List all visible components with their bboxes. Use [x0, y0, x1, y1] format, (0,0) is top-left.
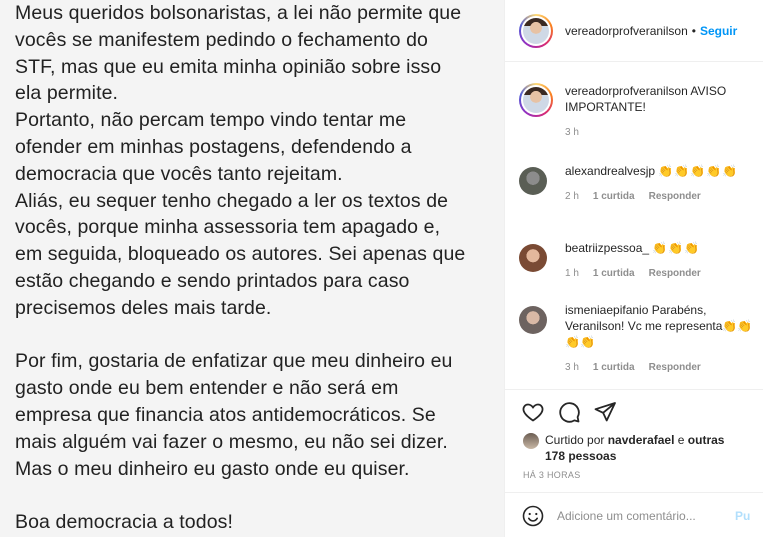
likes-prefix: Curtido por — [545, 433, 605, 447]
list-item: ismeniaepifanio Parabéns, Veranilson! Vc… — [519, 302, 759, 376]
smiley-icon[interactable] — [521, 504, 545, 528]
post-text-line: em seguida, bloqueado os autores. Sei ap… — [15, 243, 466, 266]
add-comment-bar: Pu — [505, 494, 763, 537]
comment-time[interactable]: 2 h — [565, 189, 579, 205]
post-text-line: STF, mas que eu emita minha opinião sobr… — [15, 55, 442, 78]
post-text-line: empresa que financia atos antidemocrátic… — [15, 403, 436, 426]
post-text-line: Por fim, gostaria de enfatizar que meu d… — [15, 350, 453, 373]
comment-input[interactable] — [557, 508, 729, 523]
comment-meta: 1 h 1 curtida Responder — [565, 266, 759, 282]
separator-dot: • — [691, 23, 696, 38]
caption: vereadorprofveranilson AVISO IMPORTANTE!… — [519, 83, 759, 141]
comment-username[interactable]: alexandrealvesjp — [565, 164, 655, 178]
comment-meta: 3 h 1 curtida Responder — [565, 360, 759, 376]
publish-button[interactable]: Pu — [735, 509, 750, 523]
caption-avatar[interactable] — [519, 83, 553, 117]
caption-meta: 3 h — [565, 125, 759, 141]
post-image: Meus queridos bolsonaristas, a lei não p… — [0, 0, 504, 537]
post-text-line: Mas o meu dinheiro eu gasto onde eu quis… — [15, 457, 410, 480]
author-avatar[interactable] — [519, 13, 553, 48]
comment-time[interactable]: 3 h — [565, 360, 579, 376]
reply-button[interactable]: Responder — [649, 266, 701, 282]
post-timestamp[interactable]: HÁ 3 HORAS — [523, 470, 581, 480]
post-text-line: democracia que vocês tanto rejeitam. — [15, 162, 343, 185]
heart-icon[interactable] — [521, 400, 545, 424]
comment-icon[interactable] — [557, 400, 581, 424]
comment-text: 👏👏👏 — [652, 241, 701, 255]
author-username[interactable]: vereadorprofveranilson — [565, 24, 688, 38]
reply-button[interactable]: Responder — [649, 360, 701, 376]
post-text-line: vocês, porque minha assessoria tem apaga… — [15, 216, 441, 239]
commenter-avatar[interactable] — [519, 306, 547, 334]
paper-plane-icon[interactable] — [593, 400, 617, 424]
post-text-line: estão chegando e sendo printados para ca… — [15, 269, 410, 292]
action-icons — [521, 400, 617, 424]
post-text-gap — [15, 482, 500, 509]
commenter-avatar[interactable] — [519, 244, 547, 272]
comment-meta: 2 h 1 curtida Responder — [565, 189, 759, 205]
post-text-line: precisemos deles mais tarde. — [15, 296, 272, 319]
post-side-panel: vereadorprofveranilson • Seguir vereador… — [504, 0, 763, 537]
list-item: beatriizpessoa_ 👏👏👏 1 h 1 curtida Respon… — [519, 240, 759, 282]
post-text-line: ela permite. — [15, 82, 119, 105]
comment-username[interactable]: ismeniaepifanio — [565, 303, 648, 317]
caption-time[interactable]: 3 h — [565, 125, 579, 141]
likes-summary: Curtido por navderafael e outras 178 pes… — [523, 432, 745, 464]
caption-username[interactable]: vereadorprofveranilson — [565, 84, 688, 98]
comment-likes[interactable]: 1 curtida — [593, 189, 635, 205]
post-text-line: Portanto, não percam tempo vindo tentar … — [15, 109, 407, 132]
comments-list[interactable]: vereadorprofveranilson AVISO IMPORTANTE!… — [505, 63, 763, 388]
list-item: alexandrealvesjp 👏👏👏👏👏 2 h 1 curtida Res… — [519, 163, 759, 205]
post-actions: Curtido por navderafael e outras 178 pes… — [505, 389, 763, 493]
post-text-line: Boa democracia a todos! — [15, 511, 234, 534]
post-text-gap — [15, 322, 500, 349]
commenter-avatar[interactable] — [519, 167, 547, 195]
reply-button[interactable]: Responder — [649, 189, 701, 205]
comment-time[interactable]: 1 h — [565, 266, 579, 282]
post-text-line: ofender em minhas postagens, defendendo … — [15, 135, 412, 158]
post-text-line: Aliás, eu sequer tenho chegado a ler os … — [15, 189, 449, 212]
likes-joiner: e — [677, 433, 685, 447]
post-header: vereadorprofveranilson • Seguir — [505, 0, 763, 62]
post-text: Meus queridos bolsonaristas, a lei não p… — [15, 0, 500, 536]
post-text-line: vocês se manifestem pedindo o fechamento… — [15, 28, 428, 51]
post-text-line: mais alguém vai fazer o mesmo, eu não se… — [15, 430, 448, 453]
liker-avatar[interactable] — [523, 433, 539, 449]
post-text-line: gasto onde eu bem entender e não será em — [15, 377, 399, 400]
comment-likes[interactable]: 1 curtida — [593, 266, 635, 282]
comment-likes[interactable]: 1 curtida — [593, 360, 635, 376]
liker-username[interactable]: navderafael — [608, 433, 675, 447]
post-text-line: Meus queridos bolsonaristas, a lei não p… — [15, 2, 462, 24]
follow-button[interactable]: Seguir — [700, 24, 737, 38]
comment-text: 👏👏👏👏👏 — [658, 164, 739, 178]
comment-username[interactable]: beatriizpessoa_ — [565, 241, 649, 255]
